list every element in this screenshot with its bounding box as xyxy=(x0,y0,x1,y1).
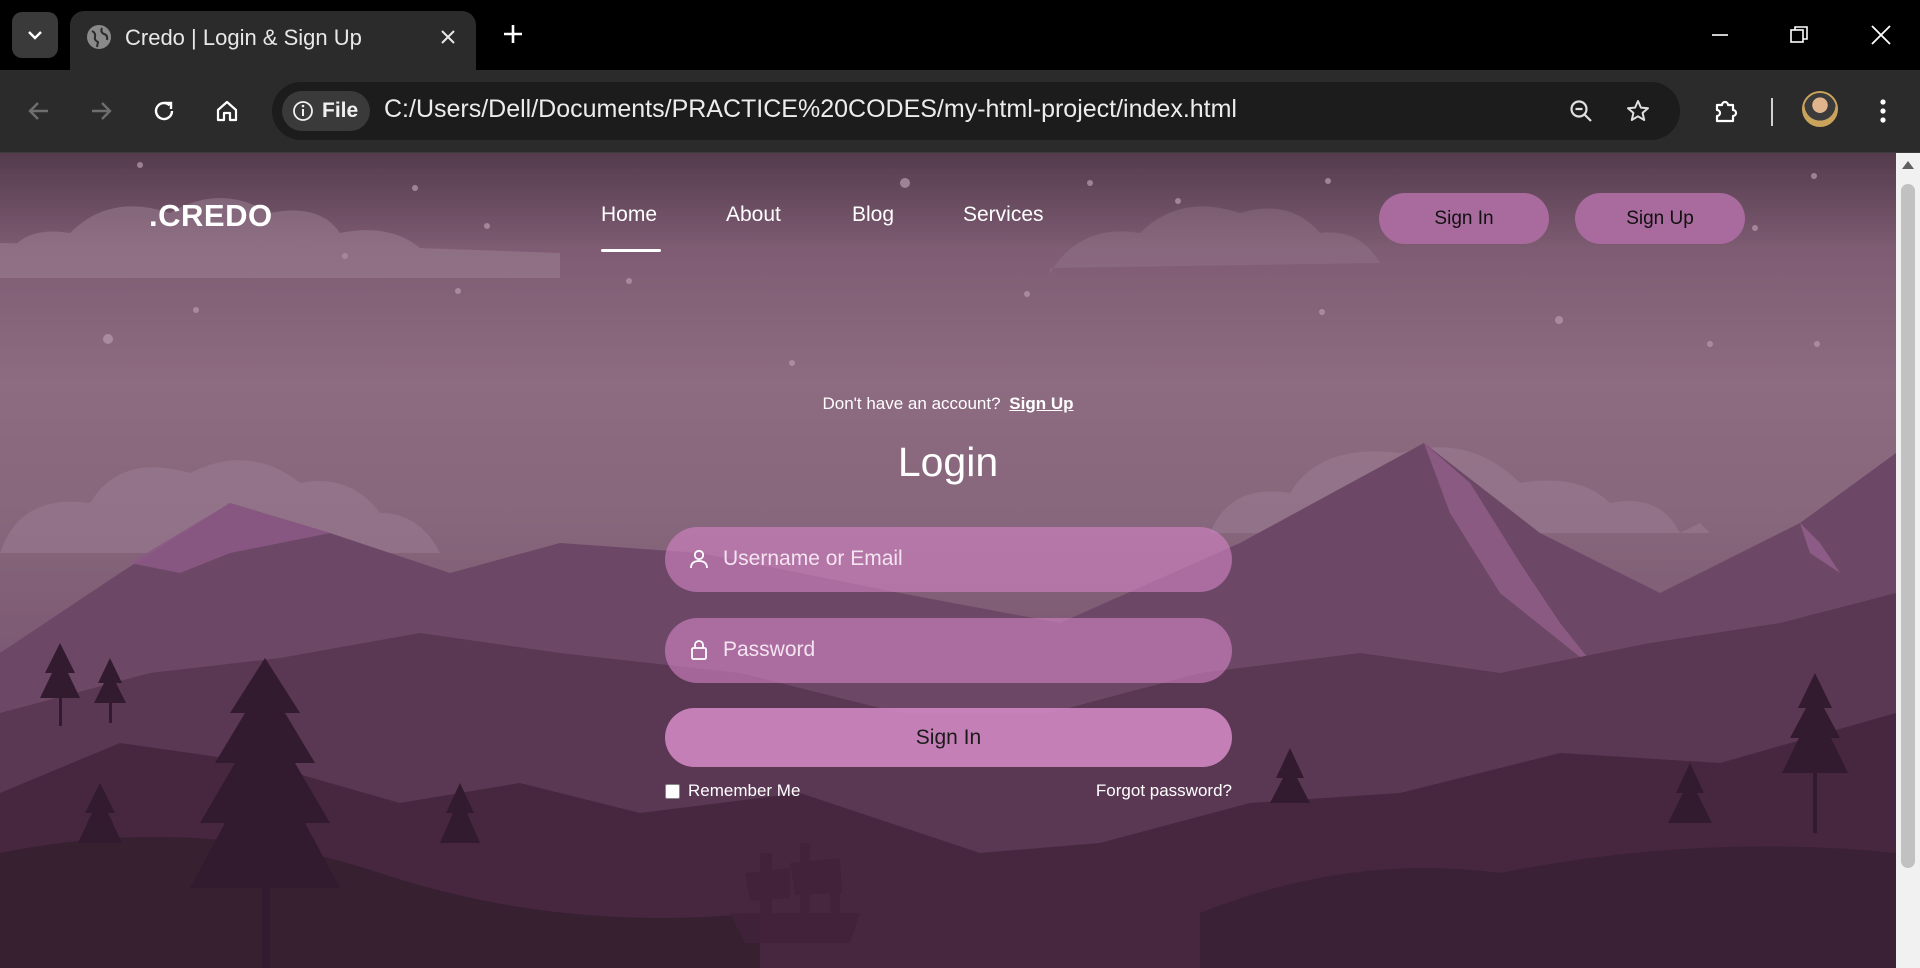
home-icon xyxy=(216,100,238,122)
chevron-down-icon xyxy=(28,31,42,40)
nav-about[interactable]: About xyxy=(726,203,781,227)
page-scrollbar[interactable] xyxy=(1896,153,1920,968)
remember-me-checkbox[interactable] xyxy=(665,783,680,799)
close-window-button[interactable] xyxy=(1857,12,1905,58)
extensions-button[interactable] xyxy=(1705,90,1747,132)
page-viewport: .CREDO Home About Blog Services Sign In … xyxy=(0,153,1896,968)
username-field[interactable]: Username or Email xyxy=(665,527,1232,592)
signup-link[interactable]: Sign Up xyxy=(1009,394,1073,413)
scrollbar-thumb[interactable] xyxy=(1901,184,1915,868)
site-logo[interactable]: .CREDO xyxy=(149,198,273,234)
browser-menu-button[interactable] xyxy=(1862,90,1904,132)
bookmark-button[interactable] xyxy=(1619,92,1657,130)
login-title: Login xyxy=(897,439,999,485)
reload-button[interactable] xyxy=(143,90,185,132)
nav-home[interactable]: Home xyxy=(601,203,657,227)
signup-hint: Don't have an account? Sign Up xyxy=(0,394,1896,414)
tab-close-button[interactable] xyxy=(434,23,462,51)
user-icon xyxy=(690,549,708,569)
url-text[interactable]: C:/Users/Dell/Documents/PRACTICE%20CODES… xyxy=(384,95,1237,124)
plus-icon xyxy=(504,25,522,43)
nav-active-indicator xyxy=(601,249,661,252)
nav-blog[interactable]: Blog xyxy=(852,203,894,227)
site-chip-label: File xyxy=(322,99,359,122)
signup-hint-text: Don't have an account? xyxy=(822,394,1001,413)
zoom-button[interactable] xyxy=(1562,92,1600,130)
home-button[interactable] xyxy=(206,90,248,132)
address-bar[interactable]: File C:/Users/Dell/Documents/PRACTICE%20… xyxy=(272,82,1680,140)
toolbar-divider xyxy=(1771,98,1773,126)
browser-toolbar: File C:/Users/Dell/Documents/PRACTICE%20… xyxy=(0,70,1920,153)
arrow-right-icon xyxy=(92,102,112,120)
tab-search-button[interactable] xyxy=(12,12,58,58)
reload-icon xyxy=(154,101,174,121)
kebab-menu-icon xyxy=(1880,99,1886,123)
profile-avatar[interactable] xyxy=(1802,91,1838,127)
username-placeholder: Username or Email xyxy=(723,547,903,570)
remember-me[interactable]: Remember Me xyxy=(665,781,800,801)
info-icon xyxy=(293,101,313,121)
back-button[interactable] xyxy=(18,90,60,132)
new-tab-button[interactable] xyxy=(496,17,530,51)
browser-tab-active[interactable]: Credo | Login & Sign Up xyxy=(70,11,476,70)
star-icon xyxy=(1627,100,1649,121)
close-icon xyxy=(441,30,455,44)
nav-services[interactable]: Services xyxy=(963,203,1044,227)
tab-strip: Credo | Login & Sign Up xyxy=(0,0,1920,70)
sign-in-submit-button[interactable]: Sign In xyxy=(665,708,1232,767)
forgot-password-link[interactable]: Forgot password? xyxy=(1030,781,1232,801)
browser-chrome: Credo | Login & Sign Up File C:/Users/De… xyxy=(0,0,1920,153)
minimize-button[interactable] xyxy=(1696,12,1744,58)
scroll-up-arrow[interactable] xyxy=(1902,161,1914,169)
restore-icon xyxy=(1790,26,1808,43)
forward-button[interactable] xyxy=(80,90,122,132)
zoom-out-icon xyxy=(1570,100,1592,122)
header-sign-up-button[interactable]: Sign Up xyxy=(1575,193,1745,244)
puzzle-icon xyxy=(1715,100,1738,123)
minimize-icon xyxy=(1712,34,1728,36)
tab-title: Credo | Login & Sign Up xyxy=(125,25,362,50)
restore-button[interactable] xyxy=(1775,12,1823,58)
arrow-left-icon xyxy=(28,102,48,120)
password-field[interactable]: Password xyxy=(665,618,1232,683)
lock-icon xyxy=(691,640,707,660)
header-sign-in-button[interactable]: Sign In xyxy=(1379,193,1549,244)
close-icon xyxy=(1871,25,1891,45)
site-info-chip[interactable]: File xyxy=(282,91,370,131)
remember-me-label: Remember Me xyxy=(688,781,801,800)
password-placeholder: Password xyxy=(723,638,816,661)
globe-icon xyxy=(87,25,111,49)
